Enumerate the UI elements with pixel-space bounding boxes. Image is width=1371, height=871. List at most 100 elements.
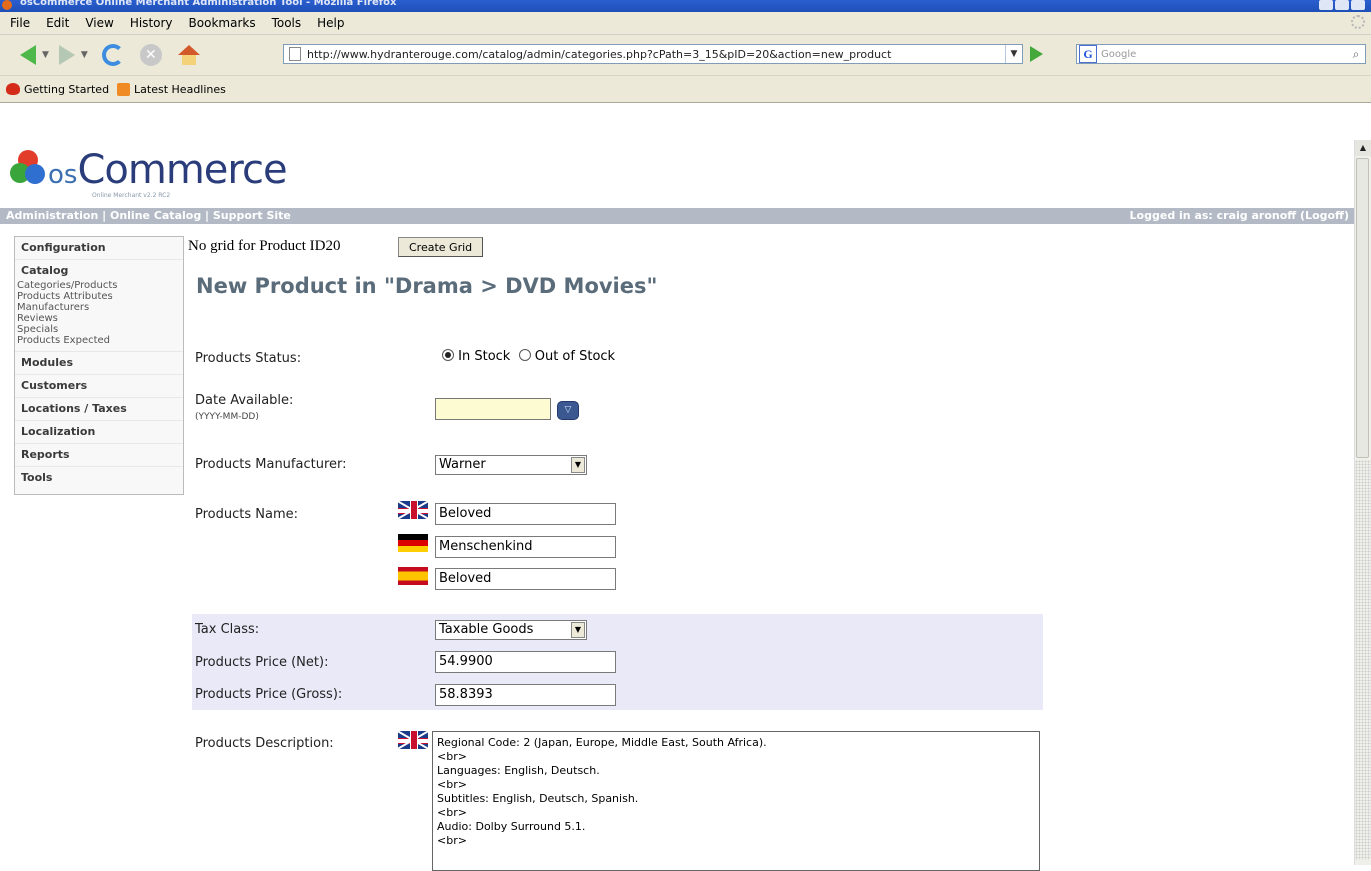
maximize-button[interactable] — [1335, 0, 1349, 10]
search-box[interactable]: G Google ⌕ — [1076, 44, 1366, 64]
price-net-label: Products Price (Net): — [195, 655, 329, 670]
menu-bar: File Edit View History Bookmarks Tools H… — [0, 12, 1371, 35]
scroll-up-arrow-icon[interactable]: ▲ — [1355, 140, 1371, 156]
admin-header-bar: Administration | Online Catalog | Suppor… — [0, 208, 1355, 224]
back-button[interactable] — [6, 40, 36, 70]
sidebar-localization[interactable]: Localization — [21, 425, 183, 438]
price-net-input[interactable]: 54.9900 — [435, 651, 616, 673]
create-grid-button[interactable]: Create Grid — [398, 237, 484, 257]
in-stock-label[interactable]: In Stock — [458, 349, 510, 364]
tax-class-selected: Taxable Goods — [439, 622, 534, 637]
search-input[interactable]: Google — [1101, 49, 1347, 60]
menu-history[interactable]: History — [130, 16, 173, 30]
tax-class-select[interactable]: Taxable Goods ▼ — [435, 620, 587, 640]
tax-class-label: Tax Class: — [195, 622, 260, 637]
sidebar-reports[interactable]: Reports — [21, 448, 183, 461]
url-text[interactable]: http://www.hydranterouge.com/catalog/adm… — [307, 48, 1005, 61]
no-grid-notice: No grid for Product ID20 — [188, 238, 341, 254]
google-engine-icon[interactable]: G — [1079, 45, 1097, 63]
firefox-icon — [2, 0, 12, 10]
products-description-label: Products Description: — [195, 736, 334, 751]
product-name-en-input[interactable]: Beloved — [435, 503, 616, 525]
date-available-label: Date Available: — [195, 393, 294, 408]
sidebar-locations-taxes[interactable]: Locations / Taxes — [21, 402, 183, 415]
logo-balls-icon — [10, 150, 46, 186]
back-history-dropdown[interactable]: ▼ — [42, 50, 49, 60]
sidebar-tools[interactable]: Tools — [21, 471, 183, 484]
english-flag-icon — [398, 731, 428, 749]
forward-arrow-icon — [58, 45, 75, 65]
logged-in-status[interactable]: Logged in as: craig aronoff (Logoff) — [1130, 208, 1349, 224]
oscommerce-logo[interactable]: osCommerce Online Merchant v2.2 RC2 — [10, 147, 288, 199]
home-icon[interactable] — [177, 45, 200, 65]
sidebar-item-specials[interactable]: Specials — [17, 324, 183, 335]
products-status-label: Products Status: — [195, 351, 302, 366]
sidebar-item-products-attributes[interactable]: Products Attributes — [17, 291, 183, 302]
forward-history-dropdown[interactable]: ▼ — [81, 50, 88, 60]
products-name-label: Products Name: — [195, 507, 298, 522]
header-links[interactable]: Administration | Online Catalog | Suppor… — [6, 208, 291, 224]
logo-wordmark: osCommerce — [48, 147, 288, 193]
sidebar-configuration[interactable]: Configuration — [21, 241, 183, 254]
rss-icon — [117, 82, 131, 96]
sidebar-catalog[interactable]: Catalog — [21, 264, 183, 277]
close-button[interactable] — [1351, 0, 1365, 10]
price-gross-input[interactable]: 58.8393 — [435, 684, 616, 706]
manufacturer-selected: Warner — [439, 457, 486, 472]
sidebar-item-manufacturers[interactable]: Manufacturers — [17, 302, 183, 313]
url-dropdown-button[interactable]: ▼ — [1005, 45, 1022, 63]
date-format-hint: (YYYY-MM-DD) — [195, 412, 259, 422]
bookmark-getting-started[interactable]: Getting Started — [6, 83, 109, 96]
chevron-down-icon[interactable]: ▼ — [571, 457, 585, 473]
chevron-down-icon[interactable]: ▼ — [571, 622, 585, 638]
sidebar-customers[interactable]: Customers — [21, 379, 183, 392]
stop-icon[interactable]: ✕ — [139, 44, 162, 66]
admin-sidebar: Configuration Catalog Categories/Product… — [14, 236, 184, 495]
window-titlebar: osCommerce Online Merchant Administratio… — [0, 0, 1371, 12]
forward-button[interactable] — [58, 40, 75, 70]
logo-tagline: Online Merchant v2.2 RC2 — [92, 192, 171, 199]
back-arrow-icon — [20, 45, 36, 65]
page-scrollbar[interactable]: ▲ — [1354, 140, 1371, 865]
menu-help[interactable]: Help — [317, 16, 344, 30]
product-description-textarea[interactable]: Regional Code: 2 (Japan, Europe, Middle … — [432, 731, 1040, 871]
calendar-icon[interactable]: ▽ — [557, 401, 579, 420]
spanish-flag-icon — [398, 567, 428, 585]
sidebar-modules[interactable]: Modules — [21, 356, 183, 369]
menu-edit[interactable]: Edit — [46, 16, 69, 30]
page-title: New Product in "Drama > DVD Movies" — [196, 274, 658, 298]
window-controls[interactable] — [1319, 0, 1365, 10]
sidebar-item-reviews[interactable]: Reviews — [17, 313, 183, 324]
in-stock-radio[interactable] — [442, 349, 454, 361]
sidebar-item-products-expected[interactable]: Products Expected — [17, 335, 183, 346]
out-of-stock-label[interactable]: Out of Stock — [535, 349, 615, 364]
reload-icon[interactable] — [101, 44, 124, 66]
go-button[interactable] — [1030, 46, 1043, 62]
menu-view[interactable]: View — [85, 16, 113, 30]
menu-bookmarks[interactable]: Bookmarks — [189, 16, 256, 30]
scrollbar-track[interactable] — [1355, 460, 1371, 860]
manufacturer-select[interactable]: Warner ▼ — [435, 455, 587, 475]
product-name-de-input[interactable]: Menschenkind — [435, 536, 616, 558]
manufacturer-label: Products Manufacturer: — [195, 457, 347, 472]
stock-radio-group: In Stock Out of Stock — [442, 349, 615, 364]
english-flag-icon — [398, 501, 428, 519]
page-icon — [289, 47, 301, 61]
price-gross-label: Products Price (Gross): — [195, 687, 343, 702]
product-name-es-input[interactable]: Beloved — [435, 568, 616, 590]
minimize-button[interactable] — [1319, 0, 1333, 10]
menu-tools[interactable]: Tools — [272, 16, 302, 30]
bookmark-label: Latest Headlines — [134, 82, 226, 96]
navigation-toolbar: ▼ ▼ ✕ http://www.hydranterouge.com/catal… — [0, 35, 1371, 76]
address-bar[interactable]: http://www.hydranterouge.com/catalog/adm… — [283, 44, 1023, 64]
firefox-bookmark-icon — [6, 83, 20, 95]
menu-file[interactable]: File — [10, 16, 30, 30]
bookmarks-toolbar: Getting Started Latest Headlines — [0, 76, 1371, 103]
out-of-stock-radio[interactable] — [518, 349, 531, 361]
scrollbar-thumb[interactable] — [1356, 158, 1369, 458]
date-available-input[interactable] — [435, 398, 551, 420]
throbber-icon — [1351, 15, 1365, 29]
search-icon[interactable]: ⌕ — [1347, 47, 1365, 62]
sidebar-item-categories-products[interactable]: Categories/Products — [17, 280, 183, 291]
bookmark-latest-headlines[interactable]: Latest Headlines — [117, 82, 226, 96]
